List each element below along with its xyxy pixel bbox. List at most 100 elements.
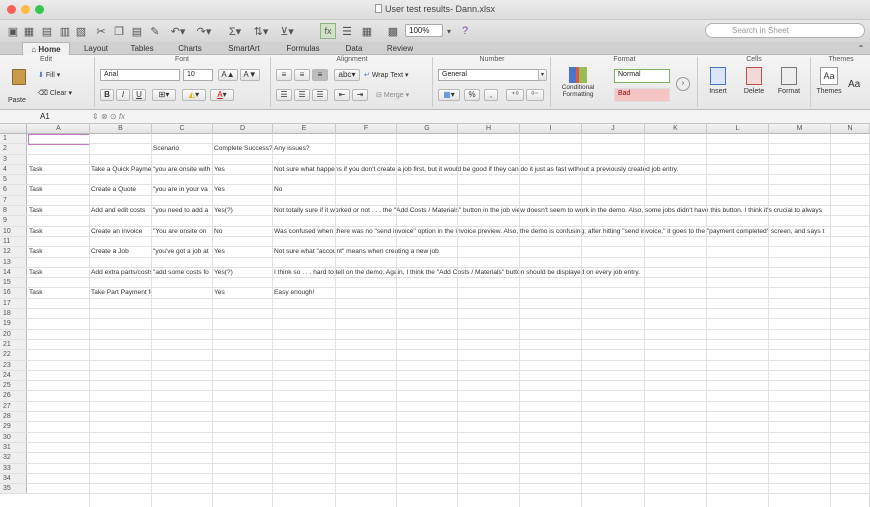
autosum-icon[interactable]: Σ▾ bbox=[224, 23, 246, 39]
row-header[interactable]: 18 bbox=[0, 309, 27, 319]
column-header[interactable]: L bbox=[707, 124, 769, 134]
row-header[interactable]: 13 bbox=[0, 257, 27, 267]
cell-a4[interactable]: Task bbox=[28, 165, 90, 174]
cell-e12[interactable]: Not sure what "account" means when creat… bbox=[273, 247, 870, 256]
select-all-corner[interactable] bbox=[0, 124, 27, 134]
zoom-select[interactable]: 100% bbox=[405, 24, 443, 37]
row-header[interactable]: 35 bbox=[0, 484, 27, 494]
search-input[interactable]: Search in Sheet bbox=[705, 23, 865, 38]
row-header[interactable]: 6 bbox=[0, 185, 27, 195]
cell-a16[interactable]: Task bbox=[28, 288, 90, 297]
row-header[interactable]: 4 bbox=[0, 164, 27, 175]
print-icon[interactable]: ▧ bbox=[74, 23, 88, 39]
stepper-icon[interactable]: ⇕ bbox=[92, 112, 101, 121]
fx-icon[interactable]: fx bbox=[119, 112, 125, 121]
style-bad[interactable]: Bad bbox=[614, 88, 670, 102]
style-normal[interactable]: Normal bbox=[614, 69, 670, 83]
cell-c12[interactable]: "you've got a job at bbox=[152, 247, 213, 256]
row-header[interactable]: 11 bbox=[0, 236, 27, 247]
row-header[interactable]: 16 bbox=[0, 288, 27, 298]
decrease-indent-button[interactable]: ⇤ bbox=[334, 89, 350, 101]
row-header[interactable]: 23 bbox=[0, 360, 27, 370]
insert-button[interactable]: Insert bbox=[704, 67, 732, 95]
bold-button[interactable]: B bbox=[100, 89, 114, 101]
delete-button[interactable]: Delete bbox=[740, 67, 768, 95]
cell-d14[interactable]: Yes(?) bbox=[213, 268, 273, 277]
format-painter-icon[interactable]: ✎ bbox=[148, 23, 162, 39]
underline-button[interactable]: U bbox=[132, 89, 146, 101]
align-center-button[interactable]: ☰ bbox=[294, 89, 310, 101]
cut-icon[interactable]: ✂ bbox=[94, 23, 108, 39]
column-header[interactable]: B bbox=[90, 124, 152, 134]
row-header[interactable]: 3 bbox=[0, 154, 27, 164]
toolbox-icon[interactable]: ▩ bbox=[386, 23, 400, 39]
font-name-select[interactable]: Arial bbox=[100, 69, 180, 81]
row-header[interactable]: 10 bbox=[0, 226, 27, 236]
row-header[interactable]: 29 bbox=[0, 422, 27, 432]
row-header[interactable]: 12 bbox=[0, 247, 27, 257]
column-header[interactable]: F bbox=[336, 124, 397, 134]
cell-a8[interactable]: Task bbox=[28, 206, 90, 215]
tab-review[interactable]: Review bbox=[378, 42, 422, 55]
cell-d6[interactable]: Yes bbox=[213, 185, 273, 194]
undo-icon[interactable]: ↶▾ bbox=[166, 23, 190, 39]
percent-button[interactable]: % bbox=[464, 89, 480, 101]
column-header[interactable]: E bbox=[273, 124, 336, 134]
confirm-icon[interactable]: ⊙ bbox=[110, 112, 119, 121]
column-header[interactable]: M bbox=[769, 124, 831, 134]
sidebar-icon[interactable]: ☰ bbox=[340, 23, 354, 39]
cell-b8[interactable]: Add and edit costs bbox=[90, 206, 152, 215]
align-middle-button[interactable]: ≡ bbox=[294, 69, 310, 81]
save-icon[interactable]: ▥ bbox=[58, 23, 72, 39]
filter-icon[interactable]: ⊻▾ bbox=[276, 23, 298, 39]
cell-e16[interactable]: Easy enough! bbox=[273, 288, 336, 297]
theme-fonts-button[interactable]: Aa bbox=[848, 79, 860, 90]
cell-a6[interactable]: Task bbox=[28, 185, 90, 194]
orientation-button[interactable]: abc▾ bbox=[334, 69, 360, 81]
row-header[interactable]: 8 bbox=[0, 206, 27, 216]
cell-e14[interactable]: I think so . . . hard to tell on the dem… bbox=[273, 268, 870, 277]
formula-builder-icon[interactable]: fx bbox=[320, 23, 336, 39]
row-header[interactable]: 21 bbox=[0, 339, 27, 350]
copy-icon[interactable]: ❐ bbox=[112, 23, 126, 39]
align-bottom-button[interactable]: ≡ bbox=[312, 69, 328, 81]
cell-e8[interactable]: Not totally sure if it worked or not . .… bbox=[273, 206, 870, 215]
fill-button[interactable]: ⬇ Fill ▾ bbox=[38, 71, 60, 79]
cancel-icon[interactable]: ⊗ bbox=[101, 112, 110, 121]
cell-c2[interactable]: Scenario bbox=[152, 144, 213, 153]
clear-button[interactable]: ⌫ Clear ▾ bbox=[38, 89, 72, 97]
cell-b10[interactable]: Create an invoice bbox=[90, 227, 152, 236]
number-format-dropdown-icon[interactable]: ▾ bbox=[538, 69, 547, 81]
column-header[interactable]: N bbox=[831, 124, 870, 134]
cell-b4[interactable]: Take a Quick Payment bbox=[90, 165, 152, 174]
name-box[interactable]: A1 bbox=[18, 111, 88, 123]
row-header[interactable]: 30 bbox=[0, 432, 27, 442]
merge-button[interactable]: ⊟ Merge ▾ bbox=[376, 91, 409, 99]
row-header[interactable]: 22 bbox=[0, 350, 27, 360]
cell-c6[interactable]: "you are in your va bbox=[152, 185, 213, 194]
currency-button[interactable]: ▦▾ bbox=[438, 89, 460, 101]
thousands-button[interactable]: , bbox=[484, 89, 498, 101]
redo-icon[interactable]: ↷▾ bbox=[192, 23, 216, 39]
font-size-select[interactable]: 10 bbox=[183, 69, 213, 81]
paste-icon[interactable]: ▤ bbox=[130, 23, 144, 39]
help-icon[interactable]: ? bbox=[458, 23, 472, 39]
column-header[interactable]: D bbox=[213, 124, 273, 134]
new-icon[interactable]: ▣ bbox=[6, 23, 20, 39]
column-header[interactable]: C bbox=[152, 124, 213, 134]
fill-color-button[interactable]: ◭▾ bbox=[182, 89, 206, 101]
formula-input[interactable] bbox=[170, 111, 860, 123]
wrap-text-button[interactable]: ↵ Wrap Text ▾ bbox=[364, 71, 409, 79]
cell-d2[interactable]: Complete Success? bbox=[213, 144, 273, 153]
cell-b14[interactable]: Add extra parts/costs bbox=[90, 268, 152, 277]
tab-charts[interactable]: Charts bbox=[168, 42, 212, 55]
row-header[interactable]: 9 bbox=[0, 216, 27, 226]
font-color-button[interactable]: A▾ bbox=[210, 89, 234, 101]
cell-a10[interactable]: Task bbox=[28, 227, 90, 236]
column-header[interactable]: G bbox=[397, 124, 458, 134]
cell-e10[interactable]: Was confused when there was no "send inv… bbox=[273, 227, 870, 236]
tab-tables[interactable]: Tables bbox=[120, 42, 164, 55]
row-header[interactable]: 7 bbox=[0, 195, 27, 206]
sort-icon[interactable]: ⇅▾ bbox=[250, 23, 272, 39]
decrease-decimal-button[interactable]: ⁰⁻ bbox=[526, 89, 544, 101]
